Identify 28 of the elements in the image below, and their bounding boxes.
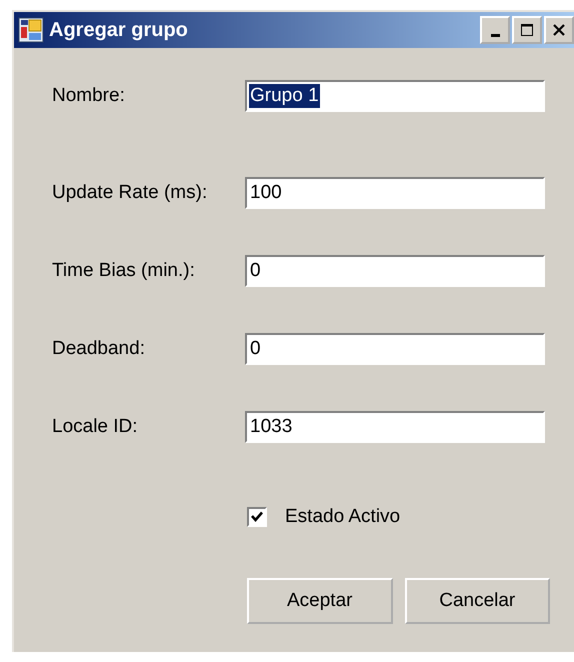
field-label: Locale ID: — [52, 416, 139, 438]
input-field[interactable]: 100 — [245, 177, 545, 209]
close-icon — [552, 23, 566, 37]
field-value: Grupo 1 — [249, 84, 320, 108]
maximize-button[interactable] — [512, 16, 542, 44]
input-field[interactable]: 0 — [245, 255, 545, 287]
dialog-button[interactable]: Cancelar — [404, 578, 550, 624]
checkbox-label: Estado Activo — [285, 506, 400, 528]
field-label: Update Rate (ms): — [52, 182, 208, 204]
input-field[interactable]: 1033 — [245, 411, 545, 443]
window-title: Agregar grupo — [49, 18, 188, 42]
field-label: Nombre: — [52, 85, 126, 107]
field-value: 0 — [249, 337, 262, 361]
checkbox[interactable] — [247, 507, 267, 527]
minimize-button[interactable] — [480, 16, 510, 44]
field-value: 0 — [249, 259, 262, 283]
field-label: Deadband: — [52, 338, 146, 360]
check-icon — [250, 510, 264, 524]
maximize-icon — [520, 23, 534, 37]
field-value: 100 — [249, 181, 283, 205]
field-label: Time Bias (min.): — [52, 260, 196, 282]
minimize-icon — [490, 34, 500, 36]
input-field[interactable]: 0 — [245, 333, 545, 365]
field-value: 1033 — [249, 415, 294, 439]
input-field[interactable]: Grupo 1 — [245, 80, 545, 112]
close-button[interactable] — [544, 16, 574, 44]
app-icon — [18, 17, 44, 43]
dialog-button[interactable]: Aceptar — [247, 578, 392, 624]
